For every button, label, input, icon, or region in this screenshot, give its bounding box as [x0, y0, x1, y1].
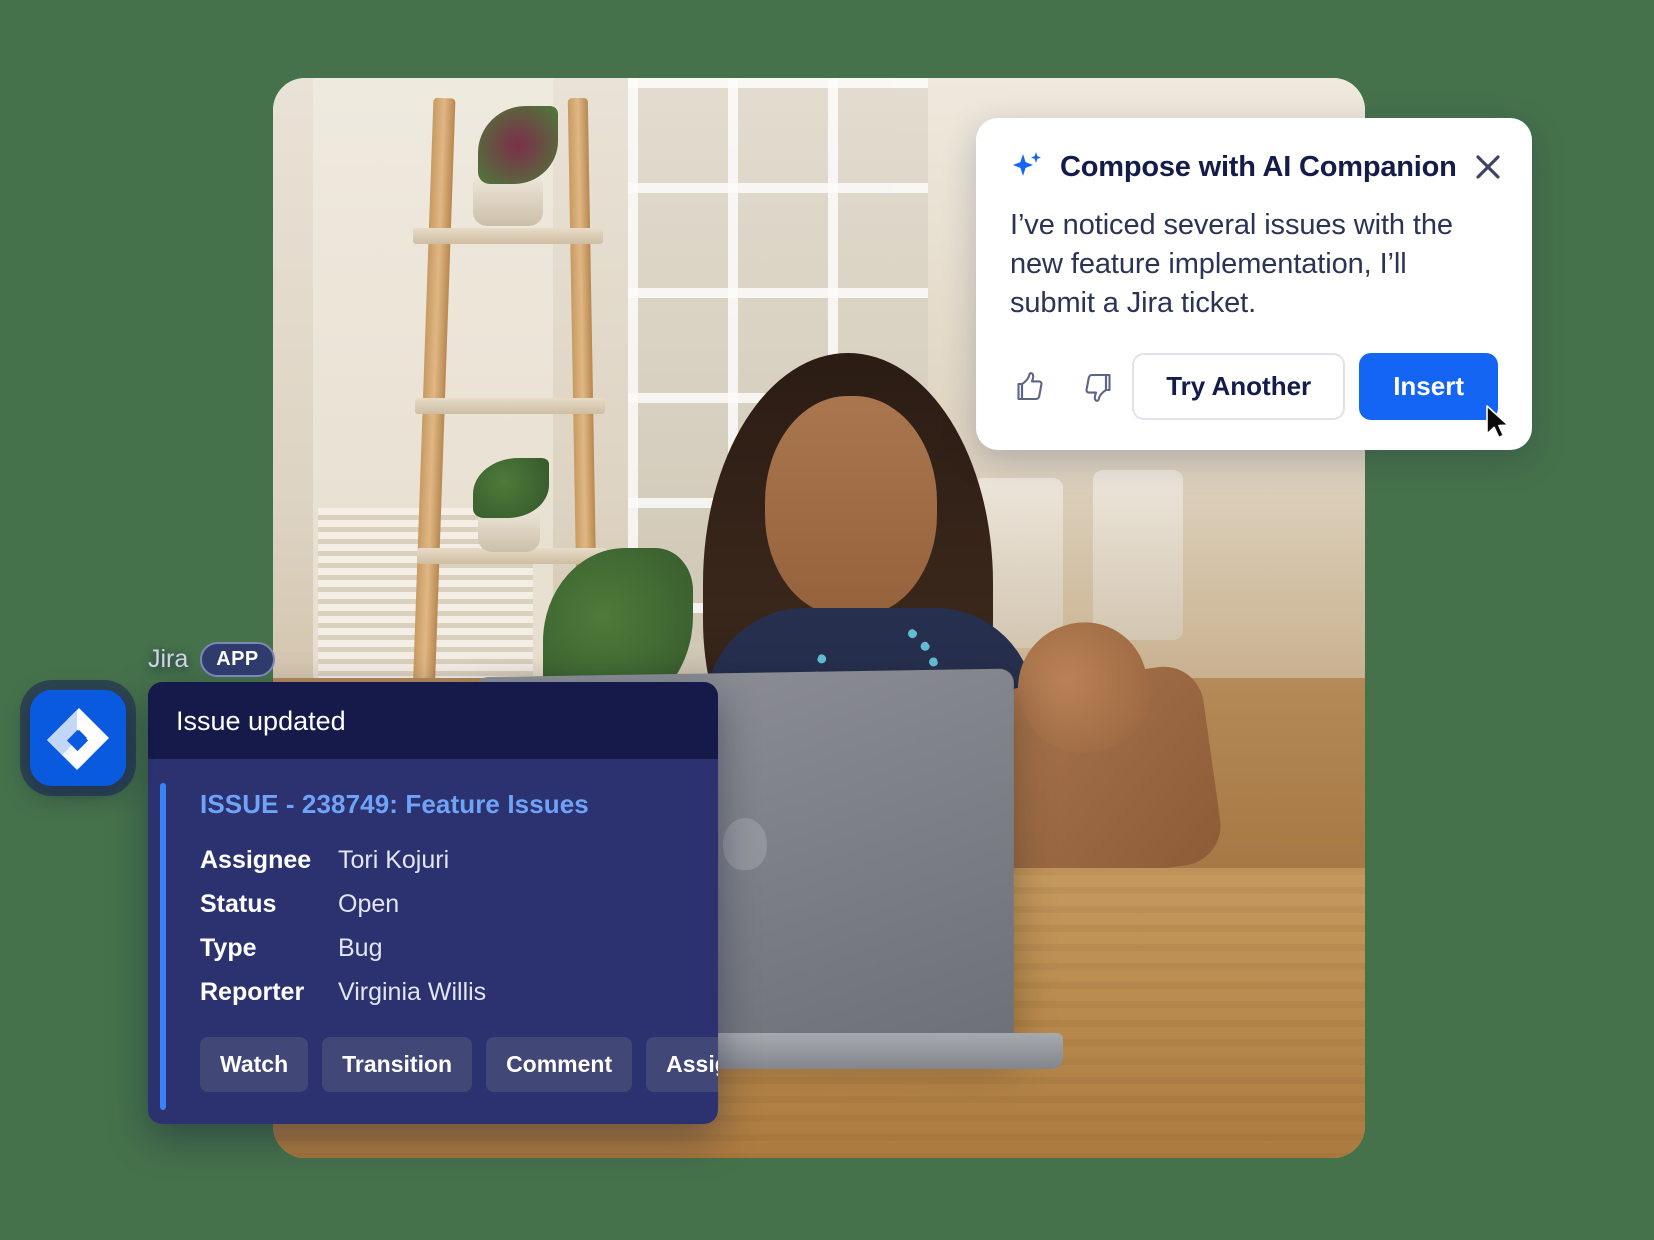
jira-notification: Jira APP Issue updated ISSUE - 238749: F… [30, 642, 718, 1124]
mouse-cursor-icon [1484, 404, 1514, 442]
jira-field-row: Assignee Tori Kojuri [200, 846, 690, 875]
person-face [765, 396, 937, 616]
jira-card-body: ISSUE - 238749: Feature Issues Assignee … [148, 759, 718, 1124]
jira-logo-icon [30, 690, 126, 786]
thumbs-up-icon[interactable] [1010, 368, 1048, 406]
transition-button[interactable]: Transition [322, 1037, 473, 1092]
jira-card: Issue updated ISSUE - 238749: Feature Is… [148, 682, 718, 1124]
ladder-shelf-2 [415, 398, 605, 414]
jira-issue-link[interactable]: ISSUE - 238749: Feature Issues [200, 789, 690, 820]
close-icon[interactable] [1473, 152, 1503, 182]
jira-app-badge: Jira APP [148, 642, 275, 677]
jira-field-key: Status [200, 890, 277, 918]
jira-header-title: Issue updated [176, 706, 346, 736]
jira-app-chip: APP [200, 642, 275, 677]
jira-field-row: Status Open [200, 890, 690, 919]
jira-field-value: Open [338, 890, 400, 918]
chair-right [1093, 470, 1183, 640]
insert-button-label: Insert [1393, 371, 1464, 402]
jira-field-value: Tori Kojuri [338, 846, 450, 874]
jira-app-name: Jira [148, 645, 189, 673]
ladder-shelf-1 [413, 228, 603, 244]
jira-field-key: Type [200, 934, 257, 962]
ai-companion-card: Compose with AI Companion I’ve noticed s… [976, 118, 1532, 451]
ai-card-title: Compose with AI Companion [1060, 150, 1457, 183]
jira-field-row: Type Bug [200, 934, 690, 963]
jira-action-buttons: Watch Transition Comment Assign [200, 1037, 718, 1092]
jira-field-key: Assignee [200, 846, 312, 874]
sparkle-icon [1010, 150, 1044, 184]
thumbs-down-icon[interactable] [1080, 368, 1118, 406]
assign-button[interactable]: Assign [646, 1037, 718, 1092]
watch-button[interactable]: Watch [200, 1037, 309, 1092]
jira-field-key: Reporter [200, 978, 305, 1006]
jira-card-header: Issue updated [148, 682, 718, 759]
jira-field-row: Reporter Virginia Willis [200, 978, 690, 1007]
jira-accent-bar [160, 783, 166, 1110]
try-another-button[interactable]: Try Another [1132, 353, 1346, 421]
ai-card-header: Compose with AI Companion [1010, 150, 1500, 184]
insert-button[interactable]: Insert [1359, 353, 1509, 439]
jira-field-value: Virginia Willis [338, 978, 487, 1006]
ai-suggestion-text: I’ve noticed several issues with the new… [1010, 209, 1453, 320]
laptop-logo-icon [723, 818, 767, 870]
flower-pot-top [473, 178, 543, 226]
jira-field-value: Bug [338, 934, 383, 962]
ai-card-actions: Try Another Insert [1010, 353, 1509, 439]
jira-field-list: Assignee Tori Kojuri Status Open Type Bu… [200, 846, 690, 1007]
comment-button[interactable]: Comment [486, 1037, 633, 1092]
